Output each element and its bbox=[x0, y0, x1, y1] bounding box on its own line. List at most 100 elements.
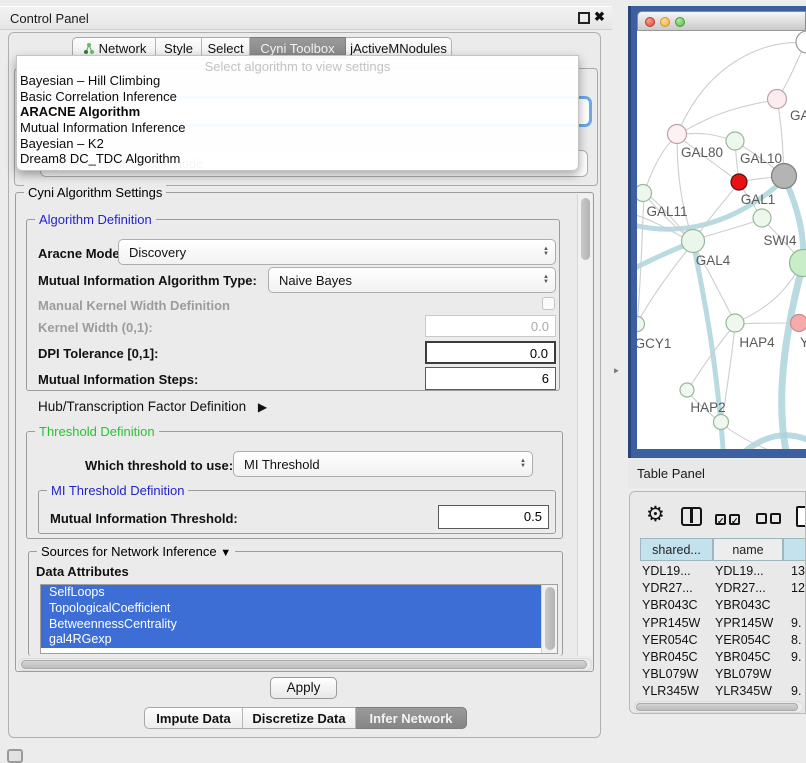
table-cell[interactable]: YPR145W bbox=[642, 616, 700, 630]
tab-infer-network[interactable]: Infer Network bbox=[356, 707, 467, 729]
network-edge[interactable] bbox=[677, 43, 805, 135]
network-node-swi4[interactable] bbox=[790, 250, 806, 277]
network-view-canvas[interactable]: GALGAL80GAL10GAL1GAL11GAL4SWI4GCY1HAP4YH… bbox=[637, 31, 806, 449]
close-panel-icon[interactable]: ✖ bbox=[594, 9, 605, 25]
network-node-gal11[interactable] bbox=[637, 185, 652, 202]
network-node-pink-right[interactable] bbox=[791, 315, 806, 332]
tab-discretize-data[interactable]: Discretize Data bbox=[243, 707, 356, 729]
network-node-gray-node[interactable] bbox=[772, 164, 797, 189]
sources-group-title[interactable]: Sources for Network Inference ▼ bbox=[37, 544, 235, 559]
mi-steps-field[interactable]: 6 bbox=[425, 367, 556, 390]
table-cell[interactable]: 13 bbox=[791, 564, 805, 578]
network-node-top-partial[interactable] bbox=[796, 31, 806, 53]
tab-label: Cyni Toolbox bbox=[260, 41, 334, 56]
data-attributes-list[interactable]: SelfLoopsTopologicalCoefficientBetweenne… bbox=[40, 584, 558, 654]
network-node-galx[interactable] bbox=[768, 90, 787, 109]
table-cell[interactable]: YER054C bbox=[642, 633, 698, 647]
hub-definition-toggle[interactable]: Hub/Transcription Factor Definition ▶ bbox=[38, 399, 267, 414]
network-node-gal4[interactable] bbox=[682, 230, 705, 253]
table-cell[interactable]: YLR345W bbox=[715, 684, 772, 698]
aracne-mode-combo[interactable]: Discovery ▲▼ bbox=[118, 239, 556, 265]
network-node-hap2[interactable] bbox=[680, 383, 694, 397]
algorithm-option[interactable]: Bayesian – Hill Climbing bbox=[17, 73, 578, 89]
table-cell[interactable]: 9. bbox=[791, 684, 801, 698]
export-table-icon[interactable] bbox=[796, 506, 806, 527]
algorithm-option[interactable]: Bayesian – K2 bbox=[17, 136, 578, 152]
table-cell[interactable]: YPR145W bbox=[715, 616, 773, 630]
network-node-bottom-node[interactable] bbox=[714, 415, 729, 430]
table-cell[interactable]: 9. bbox=[791, 616, 801, 630]
column-view-icon[interactable] bbox=[681, 507, 702, 526]
network-node-gal80[interactable] bbox=[668, 125, 687, 144]
zoom-window-icon[interactable] bbox=[675, 17, 685, 27]
algorithm-option[interactable]: Basic Correlation Inference bbox=[17, 89, 578, 105]
attribute-item[interactable]: TopologicalCoefficient bbox=[41, 601, 557, 617]
table-cell[interactable]: YLR345W bbox=[642, 684, 699, 698]
network-node-gal10[interactable] bbox=[726, 132, 744, 150]
settings-vertical-scrollbar[interactable] bbox=[577, 194, 592, 656]
network-node-gcy1[interactable] bbox=[637, 317, 645, 332]
manual-kernel-checkbox[interactable] bbox=[542, 297, 555, 310]
table-cell[interactable]: YBR043C bbox=[642, 598, 698, 612]
dpi-tolerance-field[interactable]: 0.0 bbox=[425, 341, 556, 364]
deselect-all-icon[interactable] bbox=[756, 511, 781, 529]
algorithm-option[interactable]: ARACNE Algorithm bbox=[17, 104, 578, 120]
mi-type-combo[interactable]: Naive Bayes ▲▼ bbox=[268, 267, 556, 293]
table-horizontal-scrollbar[interactable] bbox=[634, 701, 804, 713]
network-edge[interactable] bbox=[637, 195, 644, 325]
network-edge[interactable] bbox=[695, 183, 739, 239]
network-node-red-node[interactable] bbox=[731, 174, 747, 190]
tab-impute-data[interactable]: Impute Data bbox=[144, 707, 243, 729]
column-header-name[interactable]: name bbox=[713, 538, 783, 561]
table-horizontal-scrollbar-thumb[interactable] bbox=[636, 703, 798, 711]
network-edge-thick[interactable] bbox=[782, 264, 803, 449]
attributes-list-scrollbar[interactable] bbox=[541, 585, 557, 653]
algorithm-dropdown-popup: Select algorithm to view settings Bayesi… bbox=[16, 55, 579, 171]
network-edge[interactable] bbox=[644, 136, 676, 194]
algorithm-option[interactable]: Mutual Information Inference bbox=[17, 120, 578, 136]
minimize-window-icon[interactable] bbox=[660, 17, 670, 27]
table-cell[interactable]: 8. bbox=[791, 633, 801, 647]
kernel-width-field[interactable]: 0.0 bbox=[425, 315, 556, 337]
attribute-item[interactable]: gal4RGexp bbox=[41, 632, 557, 648]
settings-horizontal-scrollbar-thumb[interactable] bbox=[21, 660, 587, 669]
table-cell[interactable]: YER054C bbox=[715, 633, 771, 647]
mi-threshold-field[interactable]: 0.5 bbox=[438, 505, 549, 529]
which-threshold-combo[interactable]: MI Threshold ▲▼ bbox=[233, 451, 533, 477]
column-header-shared[interactable]: shared... bbox=[640, 538, 713, 561]
aracne-mode-label: Aracne Mode: bbox=[38, 246, 124, 261]
network-node-hap4[interactable] bbox=[726, 314, 744, 332]
table-cell[interactable]: YBR045C bbox=[715, 650, 771, 664]
float-panel-icon[interactable] bbox=[578, 12, 590, 24]
table-cell[interactable]: YDR27... bbox=[715, 581, 766, 595]
table-cell[interactable]: YBR045C bbox=[642, 650, 698, 664]
gear-icon[interactable]: ⚙ bbox=[646, 502, 665, 527]
table-cell[interactable]: YBL079W bbox=[642, 667, 698, 681]
mi-type-value: Naive Bayes bbox=[279, 273, 352, 288]
table-cell[interactable]: 9. bbox=[791, 650, 801, 664]
attribute-item[interactable]: SelfLoops bbox=[41, 585, 557, 601]
table-cell[interactable]: YDL19... bbox=[642, 564, 691, 578]
table-cell[interactable]: YDR27... bbox=[642, 581, 693, 595]
panel-divider-caret-icon[interactable]: ‣ bbox=[612, 363, 620, 380]
kernel-width-label: Kernel Width (0,1): bbox=[38, 320, 153, 335]
algorithm-option[interactable]: Dream8 DC_TDC Algorithm bbox=[17, 151, 578, 167]
attributes-scrollbar-thumb[interactable] bbox=[545, 587, 555, 650]
network-node-gal1[interactable] bbox=[753, 209, 771, 227]
node-label-galx: GAL bbox=[790, 108, 806, 123]
settings-horizontal-scrollbar[interactable] bbox=[18, 658, 592, 671]
network-window-titlebar[interactable] bbox=[637, 11, 806, 31]
table-cell[interactable]: YBL079W bbox=[715, 667, 771, 681]
minimized-panel-icon[interactable] bbox=[7, 749, 23, 763]
table-cell[interactable]: YBR043C bbox=[715, 598, 771, 612]
apply-button[interactable]: Apply bbox=[270, 677, 337, 699]
table-cell[interactable]: 12 bbox=[791, 581, 805, 595]
select-all-icon[interactable]: ✓✓ bbox=[715, 511, 740, 529]
table-cell[interactable]: YDL19... bbox=[715, 564, 764, 578]
which-threshold-label: Which threshold to use: bbox=[85, 458, 233, 473]
settings-vertical-scrollbar-thumb[interactable] bbox=[581, 198, 590, 260]
node-table[interactable]: shared...nameA YDL19... YDL19... 13 YDR27...… bbox=[635, 538, 806, 678]
column-header-A[interactable]: A bbox=[783, 538, 806, 561]
close-window-icon[interactable] bbox=[645, 17, 655, 27]
attribute-item[interactable]: BetweennessCentrality bbox=[41, 617, 557, 633]
